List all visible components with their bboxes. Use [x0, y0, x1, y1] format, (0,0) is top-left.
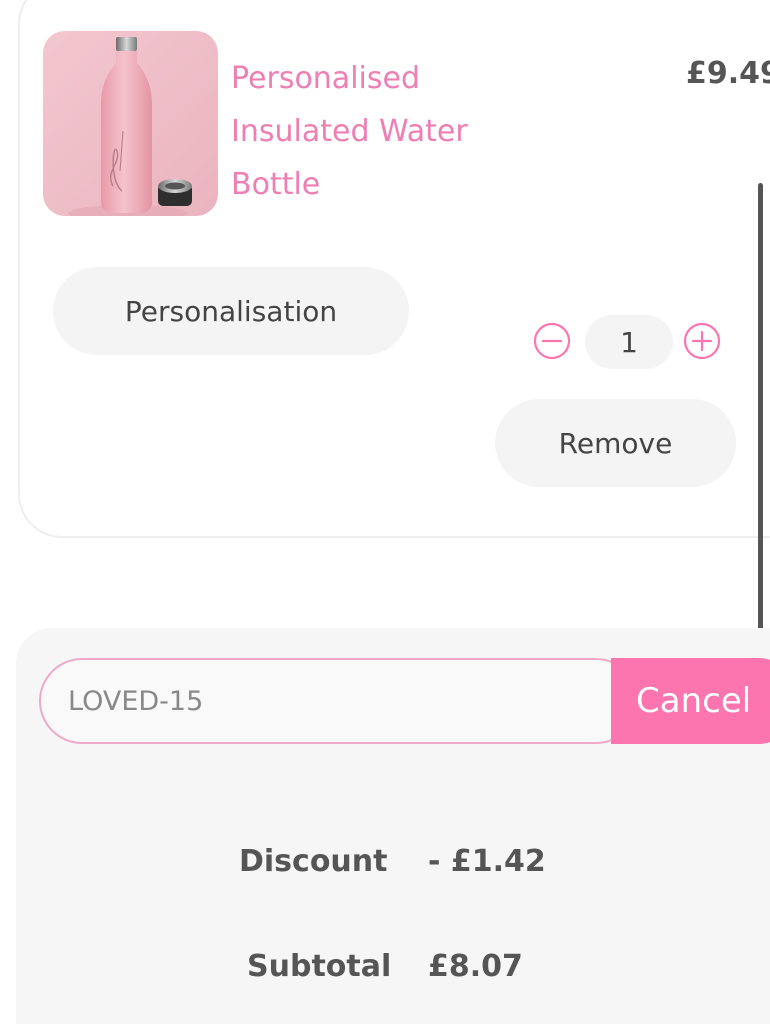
discount-value: - £1.42 — [428, 844, 546, 879]
plus-circle-icon[interactable] — [683, 322, 721, 360]
product-name[interactable]: Personalised Insulated Water Bottle — [231, 52, 531, 211]
discount-label: Discount — [239, 844, 388, 879]
subtotal-label: Subtotal — [247, 949, 392, 984]
cancel-coupon-button[interactable]: Cancel — [611, 658, 770, 744]
product-name-line[interactable]: Insulated Water — [231, 105, 531, 158]
item-price: £9.49 — [686, 56, 770, 91]
quantity-value[interactable]: 1 — [585, 315, 673, 369]
product-name-line[interactable]: Bottle — [231, 158, 531, 211]
subtotal-value: £8.07 — [428, 949, 523, 984]
scrollbar[interactable] — [758, 183, 763, 641]
cart-page: Personalised Insulated Water Bottle £9.4… — [0, 0, 770, 1024]
product-image[interactable] — [43, 31, 218, 216]
personalisation-button[interactable]: Personalisation — [53, 267, 409, 355]
product-name-line[interactable]: Personalised — [231, 52, 531, 105]
water-bottle-image — [43, 31, 218, 216]
coupon-code-input[interactable] — [39, 658, 639, 744]
minus-circle-icon[interactable] — [533, 322, 571, 360]
remove-button[interactable]: Remove — [495, 399, 736, 487]
